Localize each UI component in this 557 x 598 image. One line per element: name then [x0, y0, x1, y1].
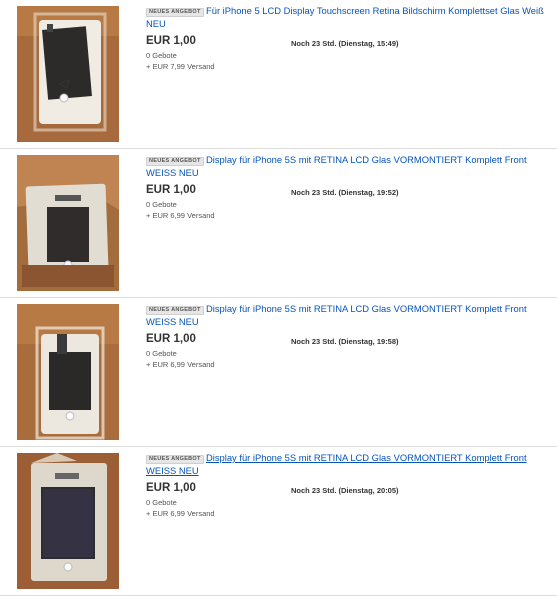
bid-count: 0 Gebote: [146, 349, 177, 358]
bid-count: 0 Gebote: [146, 498, 177, 507]
phone-screen-photo: [17, 6, 119, 142]
shipping-cost: + EUR 7,99 Versand: [146, 62, 215, 71]
time-remaining: Noch 23 Std. (Dienstag, 19:58): [291, 337, 399, 346]
time-remaining: Noch 23 Std. (Dienstag, 20:05): [291, 486, 399, 495]
shipping-cost: + EUR 6,99 Versand: [146, 509, 215, 518]
phone-screen-photo: [17, 453, 119, 589]
listing-title-link[interactable]: Display für iPhone 5S mit RETINA LCD Gla…: [146, 303, 554, 328]
listing-price: EUR 1,00: [146, 482, 196, 494]
listing-title-link[interactable]: Display für iPhone 5S mit RETINA LCD Gla…: [146, 154, 554, 179]
listing-price: EUR 1,00: [146, 184, 196, 196]
time-remaining: Noch 23 Std. (Dienstag, 19:52): [291, 188, 399, 197]
listing-title-link[interactable]: Display für iPhone 5S mit RETINA LCD Gla…: [146, 452, 554, 477]
listing-thumbnail[interactable]: [17, 155, 119, 291]
bid-count: 0 Gebote: [146, 200, 177, 209]
shipping-cost: + EUR 6,99 Versand: [146, 360, 215, 369]
listing-thumbnail[interactable]: [17, 6, 119, 142]
listing-thumbnail[interactable]: [17, 453, 119, 589]
time-remaining: Noch 23 Std. (Dienstag, 15:49): [291, 39, 399, 48]
listing-item: NEUES ANGEBOT Für iPhone 5 LCD Display T…: [0, 0, 557, 149]
phone-screen-photo: [17, 304, 119, 440]
phone-screen-photo: [17, 155, 119, 291]
listing-item: NEUES ANGEBOT Display für iPhone 5S mit …: [0, 298, 557, 447]
listing-price: EUR 1,00: [146, 333, 196, 345]
listing-title-link[interactable]: Für iPhone 5 LCD Display Touchscreen Ret…: [146, 5, 554, 30]
listing-price: EUR 1,00: [146, 35, 196, 47]
listing-thumbnail[interactable]: [17, 304, 119, 440]
shipping-cost: + EUR 6,99 Versand: [146, 211, 215, 220]
bid-count: 0 Gebote: [146, 51, 177, 60]
listing-item: NEUES ANGEBOT Display für iPhone 5S mit …: [0, 447, 557, 596]
listing-item: NEUES ANGEBOT Display für iPhone 5S mit …: [0, 149, 557, 298]
